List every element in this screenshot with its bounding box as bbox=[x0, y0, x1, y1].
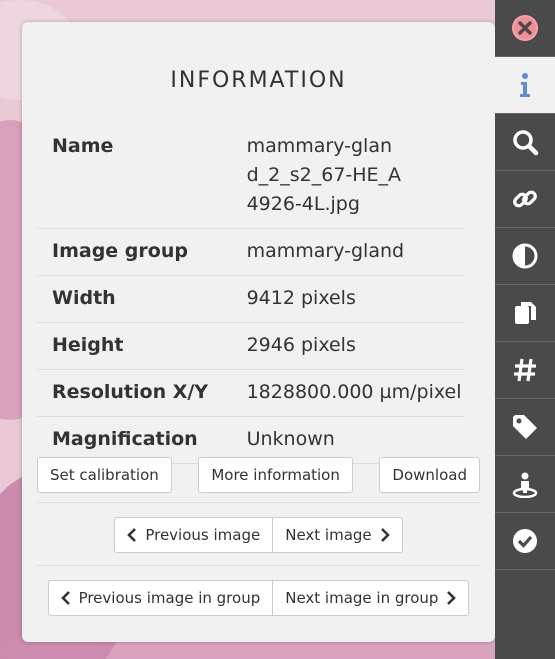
sidebar-item-search[interactable] bbox=[495, 114, 555, 171]
set-calibration-button[interactable]: Set calibration bbox=[37, 457, 172, 493]
chevron-right-icon bbox=[447, 591, 457, 605]
sidebar-item-contrast[interactable] bbox=[495, 228, 555, 285]
next-image-in-group-label: Next image in group bbox=[285, 589, 439, 607]
table-row: Name mammary-gland_2_s2_67-HE_A4926-4L.j… bbox=[37, 124, 464, 229]
hashtag-icon bbox=[514, 358, 536, 382]
info-icon bbox=[520, 73, 530, 97]
sidebar-item-close[interactable] bbox=[495, 0, 555, 57]
next-image-in-group-button[interactable]: Next image in group bbox=[273, 580, 470, 616]
annotation-icon bbox=[512, 472, 538, 498]
previous-image-in-group-button[interactable]: Previous image in group bbox=[47, 580, 274, 616]
next-image-label: Next image bbox=[285, 526, 372, 544]
table-row: Height 2946 pixels bbox=[37, 322, 464, 370]
sidebar-item-info[interactable] bbox=[495, 57, 555, 114]
chevron-left-icon bbox=[127, 528, 137, 542]
sidebar-item-hashtag[interactable] bbox=[495, 342, 555, 399]
sidebar-item-check[interactable] bbox=[495, 513, 555, 570]
previous-image-in-group-label: Previous image in group bbox=[78, 589, 261, 607]
sidebar-item-link[interactable] bbox=[495, 171, 555, 228]
sidebar-item-tag[interactable] bbox=[495, 399, 555, 456]
info-table: Name mammary-gland_2_s2_67-HE_A4926-4L.j… bbox=[37, 124, 464, 464]
table-row: Image group mammary-gland bbox=[37, 228, 464, 276]
row-label: Width bbox=[37, 275, 247, 323]
more-information-button[interactable]: More information bbox=[198, 457, 353, 493]
divider bbox=[37, 502, 480, 503]
row-value: mammary-gland_2_s2_67-HE_A4926-4L.jpg bbox=[246, 124, 464, 229]
previous-image-label: Previous image bbox=[145, 526, 261, 544]
contrast-icon bbox=[512, 243, 538, 269]
row-value: 9412 pixels bbox=[246, 275, 464, 323]
next-image-button[interactable]: Next image bbox=[273, 517, 403, 553]
sidebar-item-copy[interactable] bbox=[495, 285, 555, 342]
row-label: Name bbox=[37, 124, 247, 229]
row-value: 1828800.000 µm/pixel bbox=[246, 369, 464, 417]
action-buttons: Set calibration More information Downloa… bbox=[37, 457, 480, 493]
group-nav: Previous image in group Next image in gr… bbox=[37, 580, 480, 616]
tag-icon bbox=[513, 415, 537, 439]
sidebar bbox=[495, 0, 555, 659]
divider bbox=[37, 565, 480, 566]
copy-icon bbox=[515, 302, 536, 324]
image-nav: Previous image Next image bbox=[37, 517, 480, 553]
row-label: Height bbox=[37, 322, 247, 370]
search-icon bbox=[513, 130, 539, 156]
information-panel: INFORMATION Name mammary-gland_2_s2_67-H… bbox=[22, 22, 495, 642]
link-icon bbox=[513, 190, 537, 208]
panel-title: INFORMATION bbox=[170, 68, 347, 93]
row-label: Resolution X/Y bbox=[37, 369, 247, 417]
previous-image-button[interactable]: Previous image bbox=[114, 517, 274, 553]
table-row: Width 9412 pixels bbox=[37, 275, 464, 323]
close-icon bbox=[512, 15, 538, 41]
check-icon bbox=[513, 529, 537, 553]
row-value: mammary-gland bbox=[246, 228, 464, 276]
row-label: Image group bbox=[37, 228, 247, 276]
row-value: 2946 pixels bbox=[246, 322, 464, 370]
chevron-right-icon bbox=[380, 528, 390, 542]
download-button[interactable]: Download bbox=[379, 457, 480, 493]
chevron-left-icon bbox=[60, 591, 70, 605]
table-row: Resolution X/Y 1828800.000 µm/pixel bbox=[37, 369, 464, 417]
sidebar-item-annotation[interactable] bbox=[495, 456, 555, 513]
